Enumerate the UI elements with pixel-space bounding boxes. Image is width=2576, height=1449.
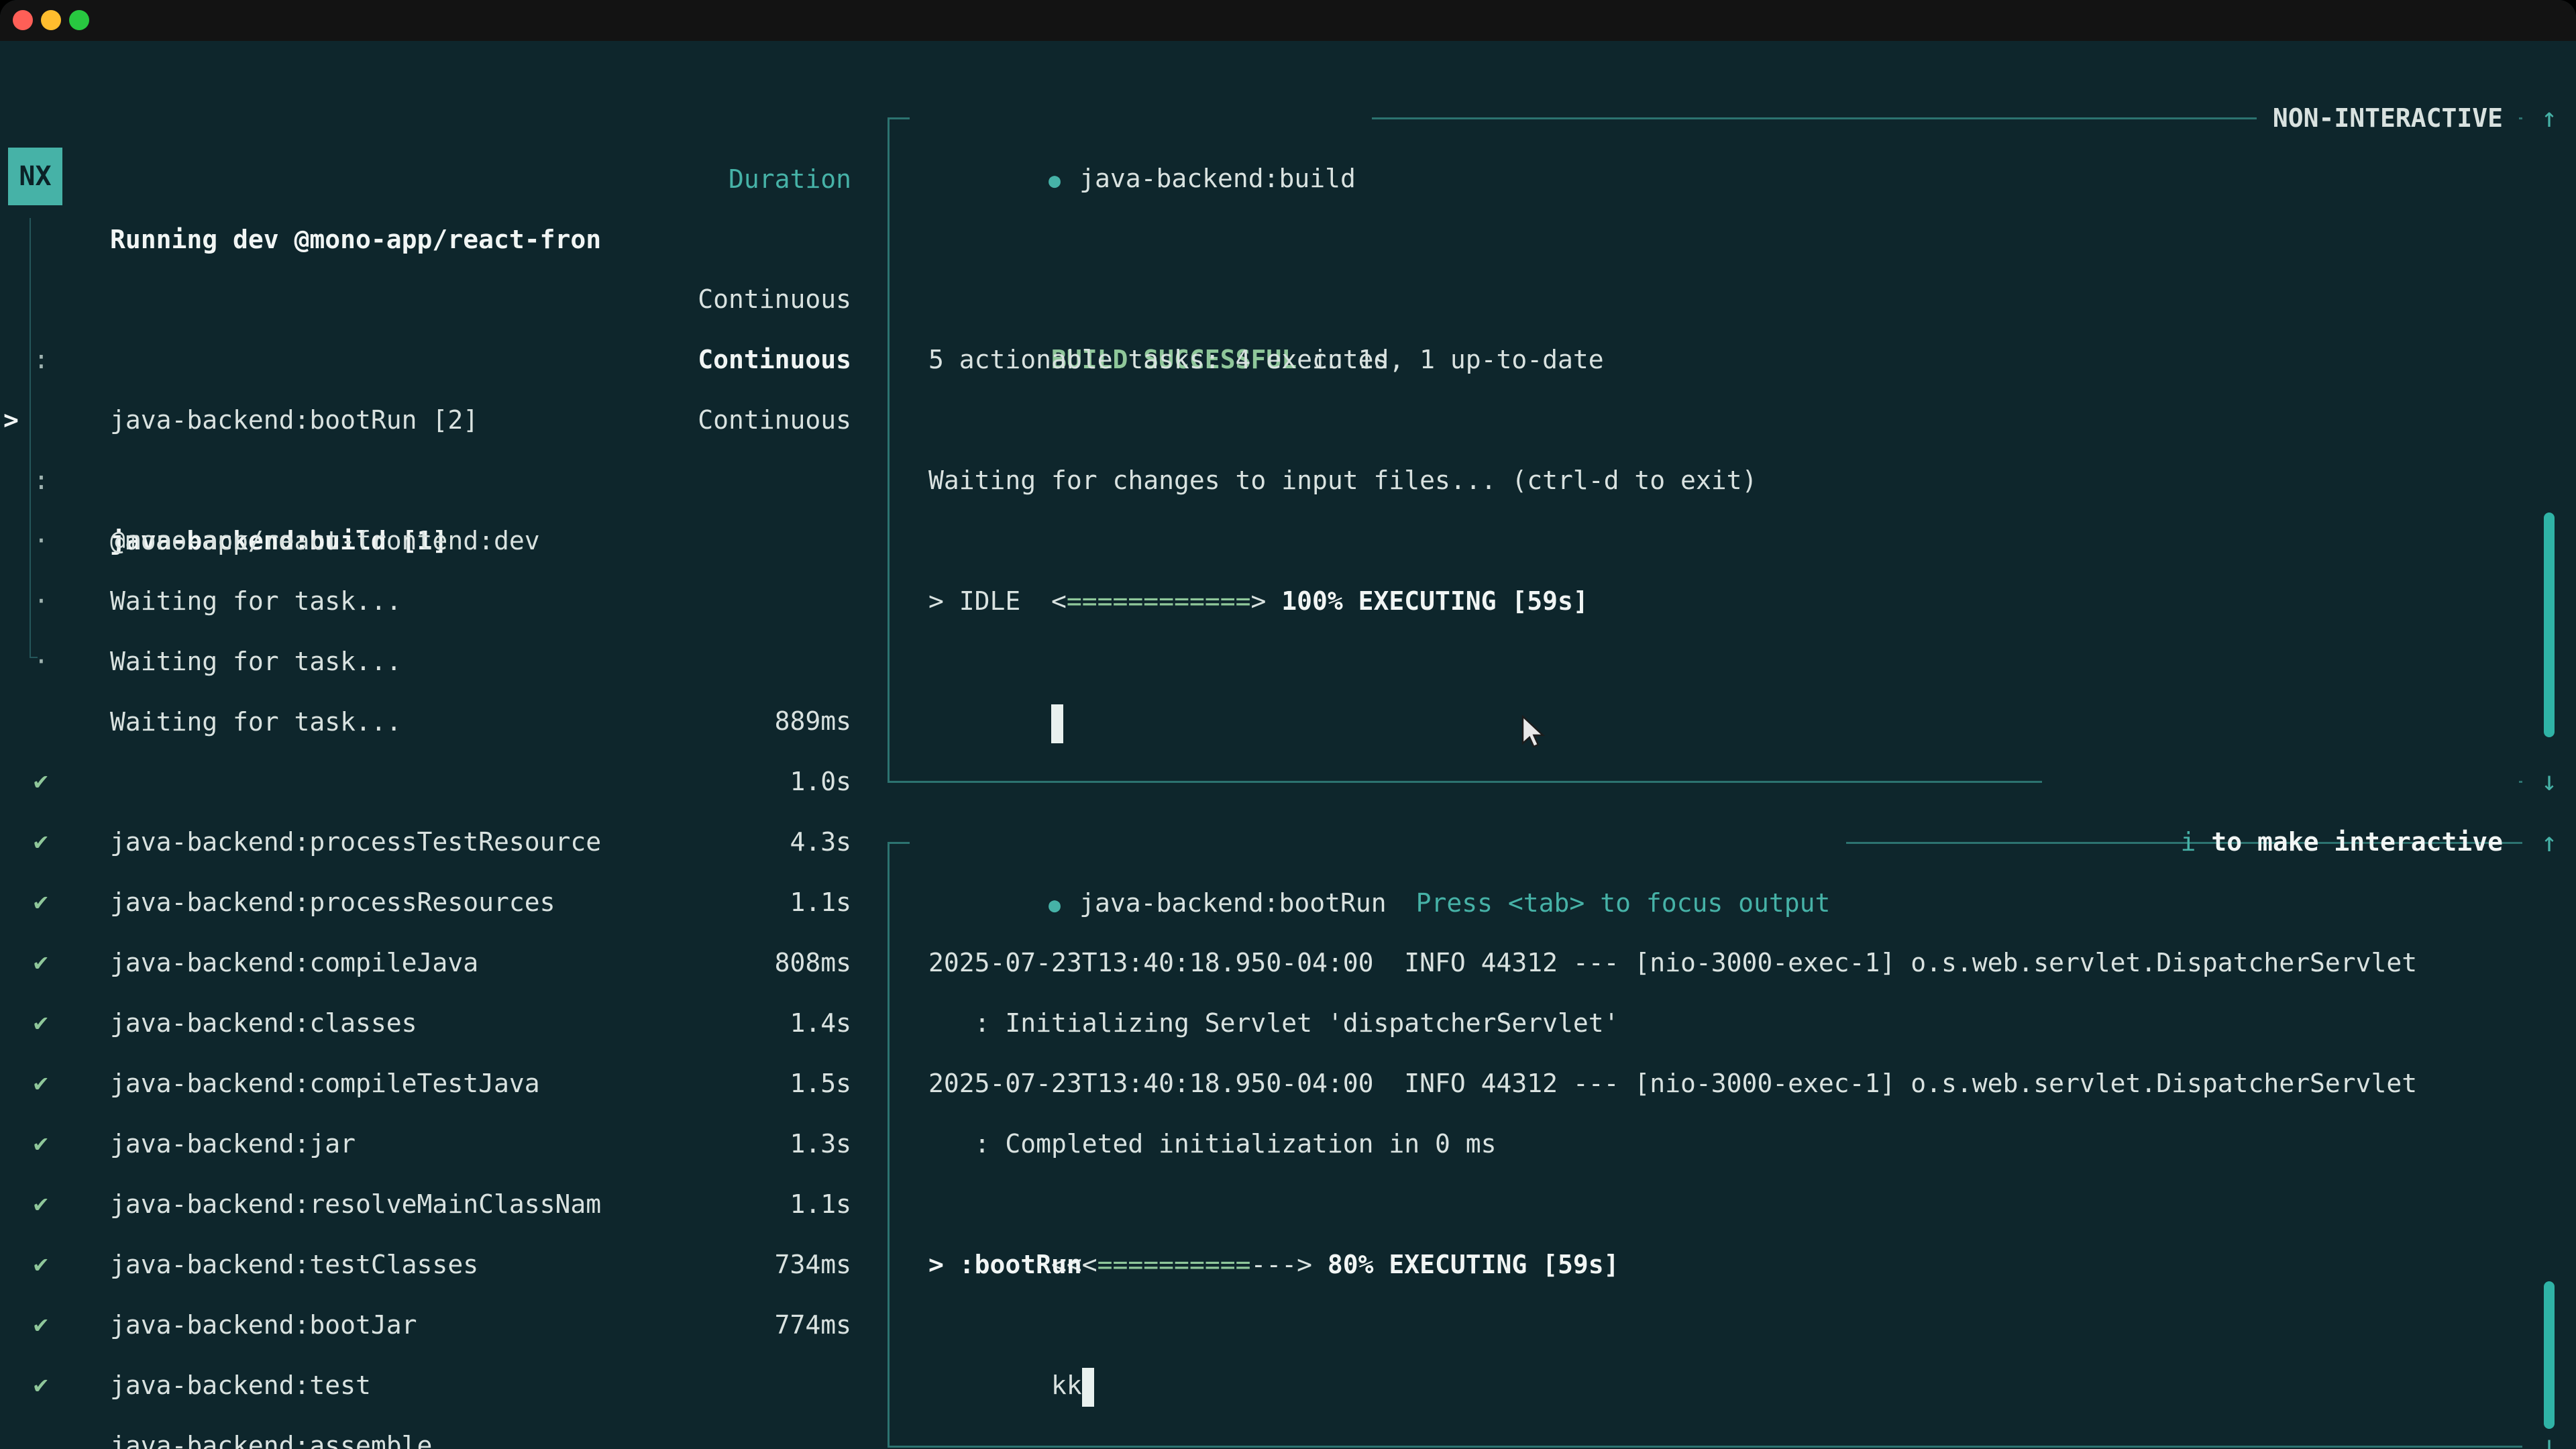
panel-title-bar: ●java-backend:build [910,88,1372,148]
scroll-up-icon[interactable]: ↑ [2530,88,2568,148]
task-duration: Continuous [698,329,851,390]
task-row[interactable]: · Waiting for task... [0,511,851,571]
gradle-progress-bar: <<<==========---> 80% EXECUTING [59s] [928,1174,1619,1234]
task-label: java-backend:test [110,1355,371,1415]
running-dot-icon: ● [1049,169,1061,193]
checkmark-icon: ✔ [34,1355,48,1415]
task-row[interactable]: · Waiting for task... [0,450,851,511]
tui-main: NX Running dev @mono-app/react-fron Dura… [0,41,2576,1449]
zoom-window-button[interactable] [69,10,89,30]
task-duration: 4.3s [790,812,851,872]
build-panel-scrollbar-thumb[interactable] [2544,513,2555,737]
terminal-cursor-line [928,631,1063,692]
completed-task-row[interactable]: ✔ java-backend:compileJava 4.3s [0,812,851,872]
task-row[interactable]: : java-backend:bootRun [2] Continuous [0,269,851,329]
completed-task-row[interactable]: ✔ java-backend:classes 1.1s [0,872,851,932]
task-label: Waiting for task... [110,631,402,692]
block-cursor [1082,1368,1094,1407]
progress-prefix: < [1051,586,1067,616]
task-duration: 774ms [775,1295,851,1355]
task-duration: 808ms [775,932,851,993]
build-result-line: BUILD SUCCESSFUL in 1s [928,269,1389,329]
panel-border-left [888,117,890,783]
running-dot-icon: ● [1049,894,1061,917]
minimize-window-button[interactable] [41,10,61,30]
task-duration: 1.3s [790,1114,851,1174]
focus-output-hint: Press <tab> to focus output [1416,888,1831,918]
completed-task-row[interactable]: ✔ java-backend:compileTestJava 808ms [0,932,851,993]
close-window-button[interactable] [13,10,33,30]
mouse-pointer-icon [1520,715,1547,753]
task-duration: 1.1s [790,1174,851,1234]
progress-label: 80% EXECUTING [59s] [1312,1250,1619,1279]
title-bar [0,0,2576,41]
task-duration: 1.4s [790,993,851,1053]
task-duration: 1.0s [790,751,851,812]
task-duration: Continuous [698,390,851,450]
bootrun-panel-scrollbar-thumb[interactable] [2544,1281,2555,1429]
terminal-input-line[interactable]: kk [928,1295,1094,1355]
progress-fill: ========== [1097,1250,1251,1279]
panel-title-bar: ●java-backend:bootRunPress <tab> to focu… [910,812,1846,873]
task-duration: 734ms [775,1234,851,1295]
scroll-down-icon[interactable]: ↓ [2530,751,2568,812]
panel-title: java-backend:build [1079,164,1356,193]
completed-task-row[interactable]: ✔ java-backend:jar 1.4s [0,993,851,1053]
panel-border-left [888,842,890,1448]
task-duration: 1.5s [790,1053,851,1114]
gradle-progress-bar: <============> 100% EXECUTING [59s] [928,511,1589,571]
log-line: 2025-07-23T13:40:18.950-04:00 INFO 44312… [928,932,2417,993]
completed-task-row[interactable]: ✔ java-backend:resolveMainClassNam 1.5s [0,1053,851,1114]
completed-task-row[interactable]: ✔ java-backend:testClasses 1.3s [0,1114,851,1174]
task-row[interactable]: : @mono-app/react-frontend:dev Continuou… [0,390,851,450]
task-row-selected[interactable]: > : java-backend:build [1] Continuous [0,329,851,390]
idle-status-line: > IDLE [928,571,1020,631]
interactive-hint: i to make interactive [2042,751,2519,812]
waiting-line: Waiting for changes to input files... (c… [928,450,1757,511]
bootrun-prompt-line: > :bootRun [928,1234,1082,1295]
terminal-window: NX Running dev @mono-app/react-fron Dura… [0,0,2576,1449]
task-duration: 889ms [775,691,851,751]
log-line: 2025-07-23T13:40:18.950-04:00 INFO 44312… [928,1053,2417,1114]
sidebar-footer: ← 1/2 → quit: q help: ? [0,1415,851,1449]
typed-input: kk [1051,1371,1082,1400]
panel-mode-badge: NON-INTERACTIVE [2257,88,2519,148]
task-row[interactable]: · Waiting for task... [0,571,851,631]
progress-fill: ============ [1067,586,1251,616]
completed-task-row[interactable]: ✔ java-backend:assemble 774ms [0,1295,851,1355]
sidebar-header: Running dev @mono-app/react-fron Duratio… [0,149,851,209]
panel-title: java-backend:bootRun [1079,888,1387,918]
log-line: : Initializing Servlet 'dispatcherServle… [928,993,1619,1053]
completed-task-row[interactable]: ✔ java-backend:processTestResource 889ms [0,691,851,751]
tasks-summary-line: 5 actionable tasks: 4 executed, 1 up-to-… [928,329,1604,390]
progress-label: 100% EXECUTING [59s] [1266,586,1588,616]
progress-suffix: > [1250,586,1266,616]
completed-task-row[interactable]: ✔ java-backend:bootJar 1.1s [0,1174,851,1234]
completed-task-row[interactable]: ✔ java-backend:test 734ms [0,1234,851,1295]
pending-dot-icon: · [34,631,49,692]
completed-task-row[interactable]: ✔ java-backend:processResources 1.0s [0,751,851,812]
progress-suffix: ---> [1250,1250,1312,1279]
interactive-hint-key: i [2181,827,2196,857]
panel-border-bottom [888,1446,2522,1448]
interactive-hint-text: to make interactive [2196,827,2503,857]
duration-column-header: Duration [729,149,851,209]
scroll-up-icon[interactable]: ↑ [2530,812,2568,873]
block-cursor [1051,704,1063,743]
run-title: Running dev @mono-app/react-fron [110,209,601,270]
task-duration: 1.1s [790,872,851,932]
task-duration: Continuous [698,269,851,329]
log-line: : Completed initialization in 0 ms [928,1114,1496,1174]
